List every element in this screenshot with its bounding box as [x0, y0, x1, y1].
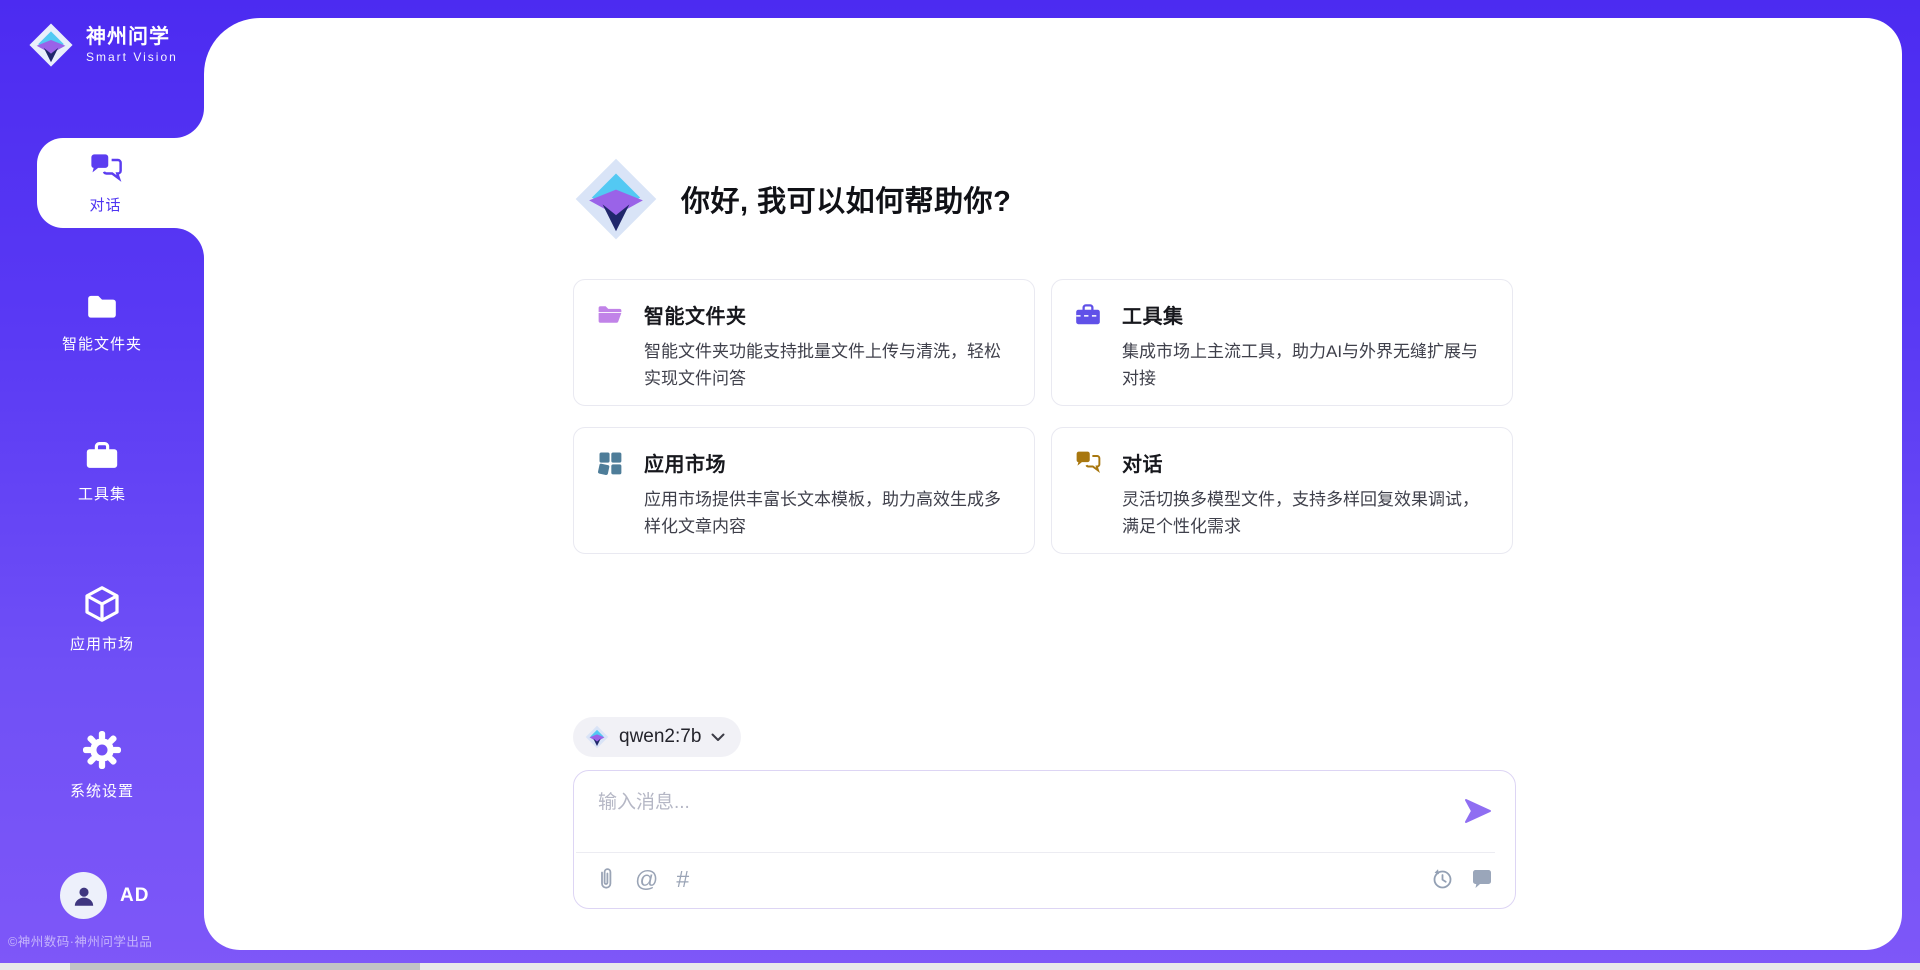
brand-name: 神州问学	[86, 26, 178, 48]
active-tab-curve-top	[174, 108, 204, 138]
sidebar-item-app-market[interactable]: 应用市场	[0, 584, 204, 654]
card-title: 对话	[1122, 448, 1492, 477]
chat-icon	[1074, 449, 1102, 477]
composer-divider	[576, 852, 1495, 853]
card-description: 应用市场提供丰富长文本模板，助力高效生成多样化文章内容	[644, 486, 1016, 540]
composer-tools-left: @ #	[595, 865, 689, 893]
sidebar-item-chat[interactable]: 对话	[37, 138, 204, 228]
brand-text: 神州问学 Smart Vision	[86, 26, 178, 64]
model-selector[interactable]: qwen2:7b	[573, 717, 741, 757]
card-smart-folder[interactable]: 智能文件夹 智能文件夹功能支持批量文件上传与清洗，轻松实现文件问答	[573, 279, 1035, 406]
brand-diamond-icon	[573, 156, 659, 242]
app-root: 你好, 我可以如何帮助你? 智能文件夹 智能文件夹功能支持批量文件上传与清洗，轻…	[0, 0, 1920, 970]
send-icon	[1463, 797, 1495, 825]
card-description: 灵活切换多模型文件，支持多样回复效果调试，满足个性化需求	[1122, 486, 1494, 540]
brand-diamond-icon	[585, 725, 609, 749]
active-tab-curve-bottom	[174, 228, 204, 258]
gear-icon	[81, 729, 123, 771]
chevron-down-icon	[711, 733, 725, 742]
mention-button[interactable]: @	[635, 868, 658, 891]
card-title: 智能文件夹	[644, 300, 1014, 329]
feature-cards: 智能文件夹 智能文件夹功能支持批量文件上传与清洗，轻松实现文件问答 工具集 集成…	[573, 279, 1513, 554]
sidebar-item-label: 对话	[89, 194, 121, 215]
brand-logo-icon	[28, 22, 74, 68]
horizontal-scrollbar-thumb[interactable]	[70, 963, 420, 970]
greeting: 你好, 我可以如何帮助你?	[573, 156, 1011, 242]
card-app-market[interactable]: 应用市场 应用市场提供丰富长文本模板，助力高效生成多样化文章内容	[573, 427, 1035, 554]
sidebar-item-label: 智能文件夹	[62, 333, 142, 354]
card-description: 智能文件夹功能支持批量文件上传与清洗，轻松实现文件问答	[644, 338, 1016, 392]
message-composer: @ #	[573, 770, 1516, 909]
card-title: 工具集	[1122, 300, 1492, 329]
copyright-text: ©神州数码·神州问学出品	[8, 931, 152, 950]
user-name: AD	[120, 885, 149, 907]
greeting-title: 你好, 我可以如何帮助你?	[681, 178, 1011, 220]
sidebar-item-label: 系统设置	[70, 780, 134, 801]
horizontal-scrollbar[interactable]	[0, 963, 1920, 970]
quick-reply-icon	[1470, 867, 1494, 891]
composer-tools-right	[1430, 865, 1494, 893]
main-panel: 你好, 我可以如何帮助你? 智能文件夹 智能文件夹功能支持批量文件上传与清洗，轻…	[204, 18, 1902, 950]
sidebar-item-label: 应用市场	[70, 633, 134, 654]
quick-reply-button[interactable]	[1470, 867, 1494, 891]
attach-button[interactable]	[595, 867, 617, 891]
hashtag-button[interactable]: #	[676, 868, 689, 891]
toolbox-icon	[1074, 301, 1102, 329]
card-toolset[interactable]: 工具集 集成市场上主流工具，助力AI与外界无缝扩展与对接	[1051, 279, 1513, 406]
attachment-icon	[595, 867, 617, 891]
hashtag-icon: #	[676, 868, 689, 891]
history-button[interactable]	[1430, 867, 1454, 891]
avatar	[60, 872, 107, 919]
cube-icon	[82, 584, 122, 624]
brand-subtitle: Smart Vision	[86, 51, 178, 64]
sidebar-item-label: 工具集	[78, 483, 126, 504]
brand: 神州问学 Smart Vision	[28, 22, 178, 68]
sidebar-item-toolset[interactable]: 工具集	[0, 438, 204, 504]
sidebar-item-smart-folder[interactable]: 智能文件夹	[0, 290, 204, 354]
chat-icon	[88, 151, 124, 187]
mention-icon: @	[635, 868, 658, 891]
user-profile[interactable]: AD	[60, 872, 149, 919]
app-market-icon	[596, 449, 624, 477]
folder-open-icon	[596, 301, 624, 329]
card-description: 集成市场上主流工具，助力AI与外界无缝扩展与对接	[1122, 338, 1494, 392]
user-avatar-icon	[71, 883, 97, 909]
send-button[interactable]	[1463, 795, 1495, 827]
message-input[interactable]	[596, 785, 1450, 847]
card-title: 应用市场	[644, 448, 1014, 477]
sidebar-item-settings[interactable]: 系统设置	[0, 729, 204, 801]
toolbox-icon	[83, 438, 121, 474]
model-selector-label: qwen2:7b	[619, 726, 701, 748]
card-chat[interactable]: 对话 灵活切换多模型文件，支持多样回复效果调试，满足个性化需求	[1051, 427, 1513, 554]
history-icon	[1430, 867, 1454, 891]
folder-icon	[84, 290, 120, 324]
